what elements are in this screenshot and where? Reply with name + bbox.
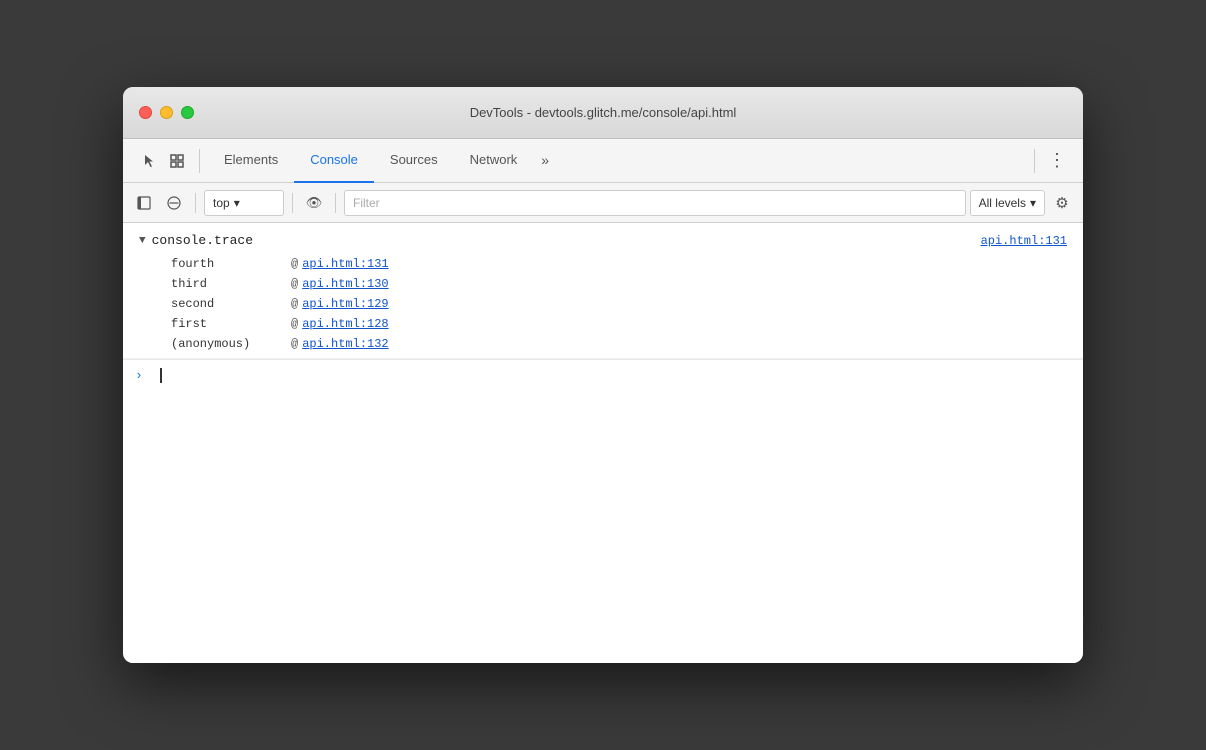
filter-input[interactable] <box>344 190 966 216</box>
func-name: third <box>171 277 291 291</box>
table-row: second @ api.html:129 <box>123 294 1083 314</box>
tab-toolbar: Elements Console Sources Network » ⋮ <box>123 139 1083 183</box>
close-button[interactable] <box>139 106 152 119</box>
tab-navigation: Elements Console Sources Network » <box>208 139 1026 183</box>
inspect-icon-btn[interactable] <box>163 147 191 175</box>
more-options-button[interactable]: ⋮ <box>1043 147 1071 175</box>
sidebar-toggle-button[interactable] <box>131 190 157 216</box>
table-row: (anonymous) @ api.html:132 <box>123 334 1083 354</box>
table-row: third @ api.html:130 <box>123 274 1083 294</box>
devtools-window: DevTools - devtools.glitch.me/console/ap… <box>123 87 1083 663</box>
expand-arrow-icon[interactable]: ▼ <box>139 235 146 247</box>
tab-elements[interactable]: Elements <box>208 139 294 183</box>
func-name: (anonymous) <box>171 337 291 351</box>
console-input[interactable] <box>151 368 162 383</box>
trace-name: console.trace <box>152 233 253 248</box>
trace-header-left: ▼ console.trace <box>139 233 253 248</box>
tab-console[interactable]: Console <box>294 139 374 183</box>
clear-console-button[interactable] <box>161 190 187 216</box>
context-selector[interactable]: top ▾ <box>204 190 284 216</box>
console-sep-2 <box>292 193 293 213</box>
trace-source-link[interactable]: api.html:131 <box>981 234 1067 248</box>
console-input-row: › <box>123 359 1083 391</box>
source-link[interactable]: api.html:132 <box>302 337 388 351</box>
at-symbol: @ <box>291 277 298 291</box>
console-prompt-icon: › <box>135 368 143 383</box>
trace-header: ▼ console.trace api.html:131 <box>123 227 1083 254</box>
settings-button[interactable]: ⚙ <box>1049 190 1075 216</box>
at-symbol: @ <box>291 337 298 351</box>
log-levels-button[interactable]: All levels ▾ <box>970 190 1045 216</box>
source-link[interactable]: api.html:131 <box>302 257 388 271</box>
minimize-button[interactable] <box>160 106 173 119</box>
traffic-lights <box>139 106 194 119</box>
at-symbol: @ <box>291 317 298 331</box>
window-title: DevTools - devtools.glitch.me/console/ap… <box>470 105 737 120</box>
toolbar-separator-1 <box>199 149 200 173</box>
tab-more[interactable]: » <box>533 139 557 183</box>
source-link[interactable]: api.html:128 <box>302 317 388 331</box>
eye-button[interactable]: 👁 <box>301 190 327 216</box>
console-trace-entry: ▼ console.trace api.html:131 fourth @ ap… <box>123 223 1083 359</box>
maximize-button[interactable] <box>181 106 194 119</box>
console-toolbar: top ▾ 👁 All levels ▾ ⚙ <box>123 183 1083 223</box>
titlebar: DevTools - devtools.glitch.me/console/ap… <box>123 87 1083 139</box>
func-name: fourth <box>171 257 291 271</box>
func-name: first <box>171 317 291 331</box>
toolbar-separator-2 <box>1034 149 1035 173</box>
console-sep-3 <box>335 193 336 213</box>
at-symbol: @ <box>291 297 298 311</box>
func-name: second <box>171 297 291 311</box>
cursor-icon-btn[interactable] <box>135 147 163 175</box>
tab-sources[interactable]: Sources <box>374 139 454 183</box>
table-row: fourth @ api.html:131 <box>123 254 1083 274</box>
console-sep-1 <box>195 193 196 213</box>
tab-network[interactable]: Network <box>454 139 534 183</box>
console-output: ▼ console.trace api.html:131 fourth @ ap… <box>123 223 1083 663</box>
table-row: first @ api.html:128 <box>123 314 1083 334</box>
source-link[interactable]: api.html:130 <box>302 277 388 291</box>
at-symbol: @ <box>291 257 298 271</box>
source-link[interactable]: api.html:129 <box>302 297 388 311</box>
